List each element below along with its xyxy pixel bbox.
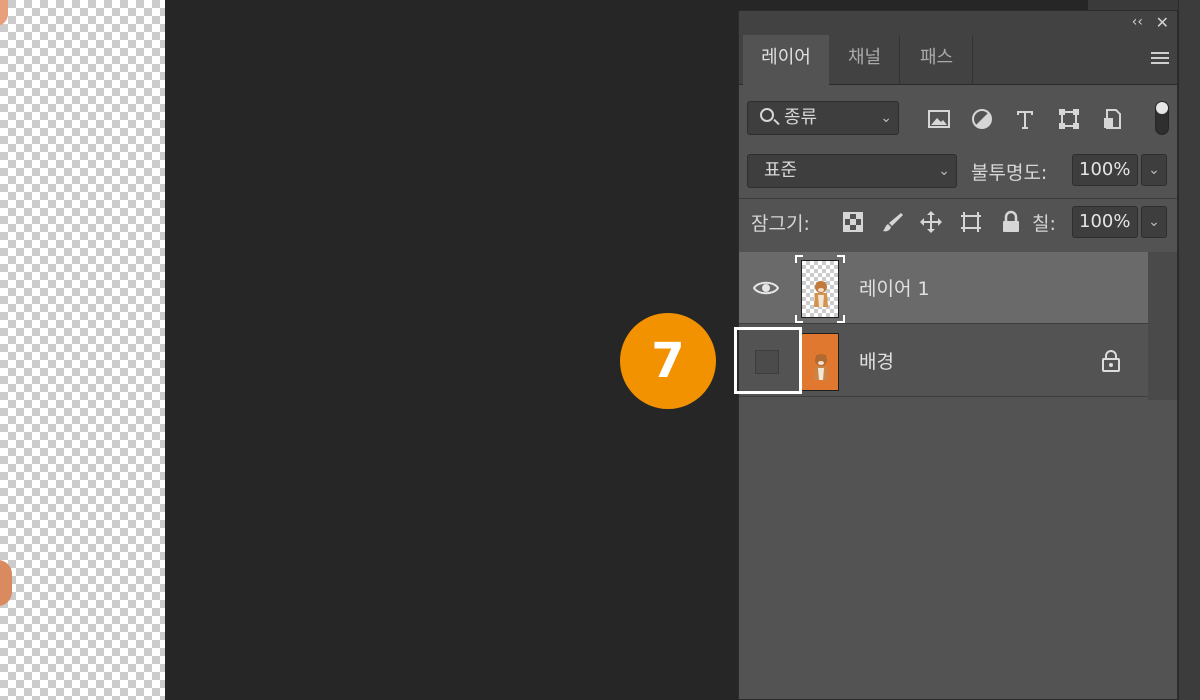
panel-divider	[739, 198, 1177, 199]
image-filter-icon[interactable]	[927, 107, 951, 131]
filter-kind-label: 종류	[784, 107, 818, 128]
opacity-label: 불투명도:	[971, 162, 1048, 184]
close-panel-icon[interactable]: ✕	[1156, 13, 1169, 32]
panel-menu-icon[interactable]	[1151, 52, 1169, 66]
fill-input[interactable]: 100%	[1072, 206, 1138, 238]
adjustment-filter-icon[interactable]	[970, 107, 994, 131]
panel-header-bar: ‹‹ ✕	[739, 11, 1177, 35]
smart-object-filter-icon[interactable]	[1101, 107, 1125, 131]
layer-filter-row: 종류 ⌄	[739, 101, 1177, 139]
search-icon	[760, 108, 774, 122]
layer-name: 배경	[859, 351, 894, 373]
lock-image-pixels-icon[interactable]	[881, 210, 905, 234]
lock-artboard-icon[interactable]	[959, 210, 983, 234]
blend-mode-row: 표준 ⌄ 불투명도: 100% ⌄	[739, 154, 1177, 190]
fill-slider-toggle[interactable]: ⌄	[1141, 206, 1167, 238]
canvas-image-fragment-bottom	[0, 560, 12, 606]
lock-label: 잠그기:	[751, 213, 810, 235]
layer-thumbnail	[801, 333, 839, 391]
tab-layers[interactable]: 레이어	[743, 35, 829, 86]
fill-label: 칠:	[1032, 213, 1056, 235]
lock-transparent-pixels-icon[interactable]	[841, 210, 865, 234]
opacity-input[interactable]: 100%	[1072, 154, 1138, 186]
layer-lock-icon[interactable]	[1100, 349, 1122, 373]
tab-paths[interactable]: 패스	[901, 35, 973, 85]
blend-mode-label: 표준	[764, 160, 798, 181]
layers-panel: ‹‹ ✕ 레이어 채널 패스 종류 ⌄ 표준 ⌄ 불투명도: 100% ⌄ 잠그…	[738, 10, 1178, 700]
canvas-transparent-area	[0, 0, 165, 700]
dog-thumbnail-icon	[813, 348, 829, 380]
chevron-down-icon: ⌄	[1148, 162, 1160, 178]
tab-channels[interactable]: 채널	[830, 35, 900, 85]
panel-tabs: 레이어 채널 패스	[739, 35, 1177, 86]
opacity-slider-toggle[interactable]: ⌄	[1141, 154, 1167, 186]
canvas-image-fragment-top	[0, 0, 8, 26]
lock-row: 잠그기: 칠: 100% ⌄	[739, 206, 1177, 242]
filter-kind-dropdown[interactable]: 종류 ⌄	[747, 101, 899, 135]
layers-scroll-gutter	[1148, 252, 1177, 400]
shape-filter-icon[interactable]	[1057, 107, 1081, 131]
chevron-down-icon: ⌄	[1148, 214, 1160, 230]
lock-all-icon[interactable]	[999, 210, 1023, 234]
chevron-down-icon: ⌄	[880, 110, 892, 126]
collapse-panel-icon[interactable]: ‹‹	[1132, 14, 1143, 30]
highlight-box	[734, 327, 802, 394]
layer-row-layer1[interactable]: 레이어 1	[739, 252, 1148, 324]
visibility-eye-icon[interactable]	[753, 278, 779, 298]
photoshop-workspace: ‹‹ ✕ 레이어 채널 패스 종류 ⌄ 표준 ⌄ 불투명도: 100% ⌄ 잠그…	[0, 0, 1200, 700]
lock-position-icon[interactable]	[919, 210, 943, 234]
selected-thumbnail-border	[795, 255, 845, 323]
filter-toggle-switch[interactable]	[1155, 101, 1169, 135]
layer-name: 레이어 1	[859, 278, 930, 300]
step-number-badge: 7	[620, 313, 716, 409]
right-dock-edge	[1178, 0, 1200, 700]
blend-mode-dropdown[interactable]: 표준 ⌄	[747, 154, 957, 188]
chevron-down-icon: ⌄	[938, 163, 950, 179]
type-filter-icon[interactable]	[1013, 107, 1037, 131]
